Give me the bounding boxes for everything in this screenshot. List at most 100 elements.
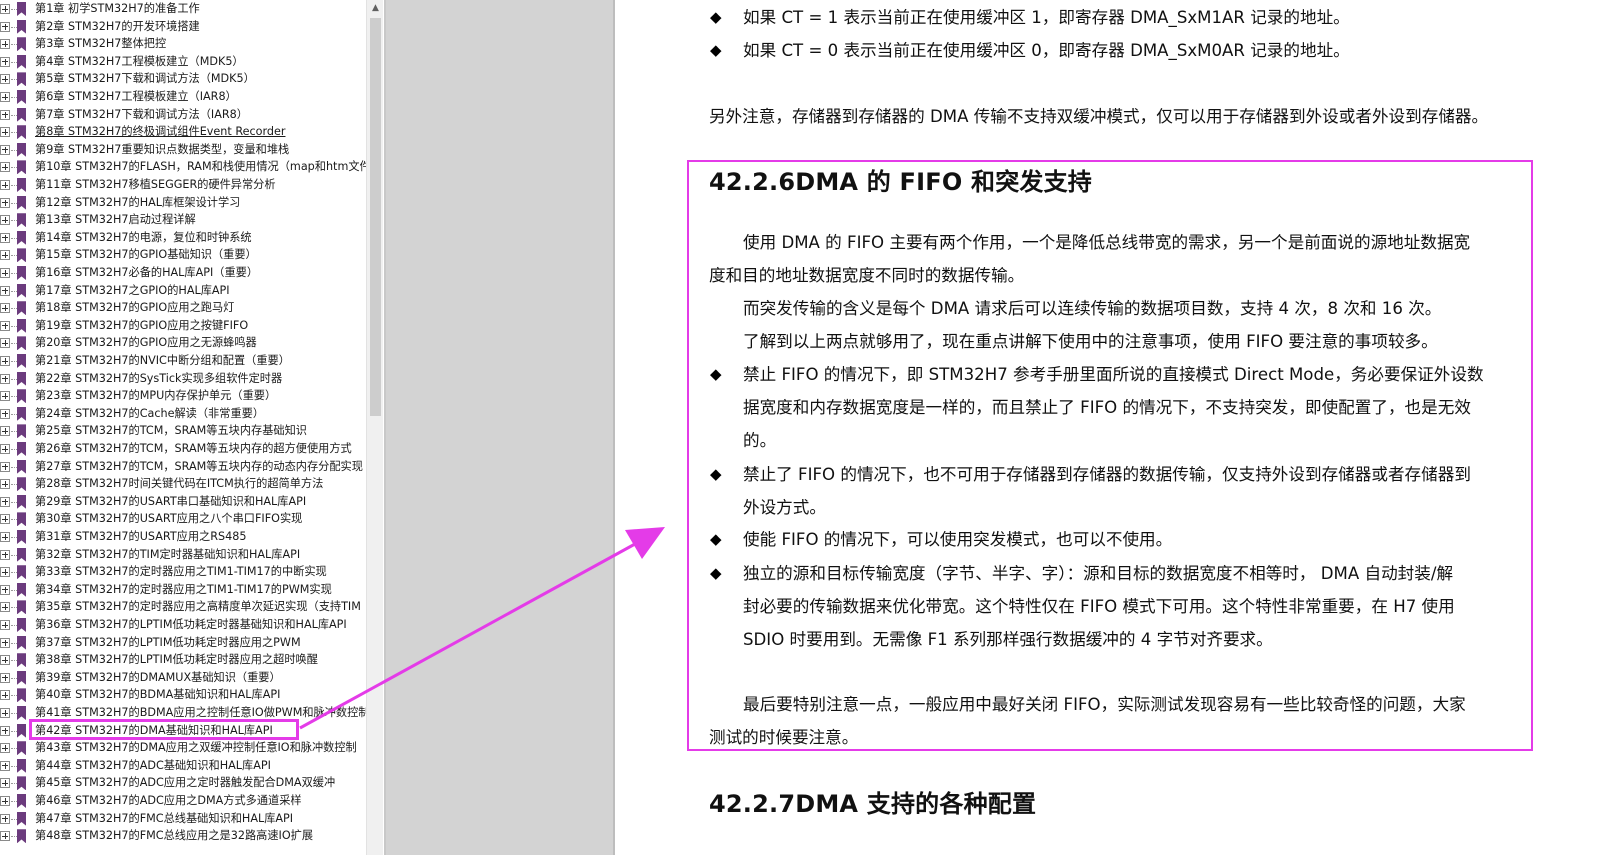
expand-plus-icon[interactable] <box>0 725 10 736</box>
expand-plus-icon[interactable] <box>0 567 10 578</box>
expand-plus-icon[interactable] <box>0 338 10 349</box>
bookmark-label[interactable]: 第4章 STM32H7工程模板建立（MDK5） <box>35 54 244 70</box>
bookmark-item[interactable]: 第37章 STM32H7的LPTIM低功耗定时器应用之PWM <box>0 634 366 652</box>
expand-plus-icon[interactable] <box>0 743 10 754</box>
bookmark-item[interactable]: 第16章 STM32H7必备的HAL库API（重要） <box>0 264 366 282</box>
bookmark-item[interactable]: 第3章 STM32H7整体把控 <box>0 35 366 53</box>
bookmark-label[interactable]: 第26章 STM32H7的TCM，SRAM等五块内存的超方便使用方式 <box>35 441 352 457</box>
bookmark-label[interactable]: 第9章 STM32H7重要知识点数据类型，变量和堆栈 <box>35 142 289 158</box>
bookmark-label[interactable]: 第10章 STM32H7的FLASH，RAM和栈使用情况（map和htm文件 <box>35 159 366 175</box>
bookmark-item[interactable]: 第35章 STM32H7的定时器应用之高精度单次延迟实现（支持TIM <box>0 598 366 616</box>
bookmark-label[interactable]: 第11章 STM32H7移植SEGGER的硬件异常分析 <box>35 177 276 193</box>
bookmark-item[interactable]: 第33章 STM32H7的定时器应用之TIM1-TIM17的中断实现 <box>0 563 366 581</box>
bookmark-label[interactable]: 第28章 STM32H7时间关键代码在ITCM执行的超简单方法 <box>35 476 323 492</box>
bookmark-label[interactable]: 第48章 STM32H7的FMC总线应用之是32路高速IO扩展 <box>35 828 313 844</box>
bookmark-label[interactable]: 第19章 STM32H7的GPIO应用之按键FIFO <box>35 318 248 334</box>
bookmark-item[interactable]: 第28章 STM32H7时间关键代码在ITCM执行的超简单方法 <box>0 475 366 493</box>
expand-plus-icon[interactable] <box>0 21 10 32</box>
bookmark-label[interactable]: 第14章 STM32H7的电源，复位和时钟系统 <box>35 230 252 246</box>
bookmarks-scrollbar[interactable]: ▲ <box>366 0 383 855</box>
expand-plus-icon[interactable] <box>0 320 10 331</box>
expand-plus-icon[interactable] <box>0 444 10 454</box>
bookmark-label[interactable]: 第33章 STM32H7的定时器应用之TIM1-TIM17的中断实现 <box>35 564 327 580</box>
bookmark-label[interactable]: 第6章 STM32H7工程模板建立（IAR8） <box>35 89 237 105</box>
bookmark-label[interactable]: 第47章 STM32H7的FMC总线基础知识和HAL库API <box>35 811 293 827</box>
bookmark-label[interactable]: 第37章 STM32H7的LPTIM低功耗定时器应用之PWM <box>35 635 301 651</box>
bookmark-item[interactable]: 第7章 STM32H7下载和调试方法（IAR8） <box>0 106 366 124</box>
bookmark-item[interactable]: 第48章 STM32H7的FMC总线应用之是32路高速IO扩展 <box>0 827 366 845</box>
bookmark-item[interactable]: 第31章 STM32H7的USART应用之RS485 <box>0 528 366 546</box>
expand-plus-icon[interactable] <box>0 356 10 366</box>
bookmark-item[interactable]: 第47章 STM32H7的FMC总线基础知识和HAL库API <box>0 810 366 828</box>
bookmark-label[interactable]: 第21章 STM32H7的NVIC中断分组和配置（重要） <box>35 353 290 369</box>
bookmark-label[interactable]: 第45章 STM32H7的ADC应用之定时器触发配合DMA双缓冲 <box>35 775 335 791</box>
bookmark-label[interactable]: 第24章 STM32H7的Cache解读（非常重要） <box>35 406 264 422</box>
bookmark-label[interactable]: 第35章 STM32H7的定时器应用之高精度单次延迟实现（支持TIM <box>35 599 361 615</box>
expand-plus-icon[interactable] <box>0 127 10 138</box>
bookmark-item[interactable]: 第36章 STM32H7的LPTIM低功耗定时器基础知识和HAL库API <box>0 616 366 634</box>
bookmark-item[interactable]: 第21章 STM32H7的NVIC中断分组和配置（重要） <box>0 352 366 370</box>
bookmark-label[interactable]: 第43章 STM32H7的DMA应用之双缓冲控制任意IO和脉冲数控制 <box>35 740 357 756</box>
bookmark-item[interactable]: 第5章 STM32H7下载和调试方法（MDK5） <box>0 70 366 88</box>
bookmark-item[interactable]: 第46章 STM32H7的ADC应用之DMA方式多通道采样 <box>0 792 366 810</box>
expand-plus-icon[interactable] <box>0 250 10 261</box>
bookmark-item[interactable]: 第44章 STM32H7的ADC基础知识和HAL库API <box>0 757 366 775</box>
bookmark-item[interactable]: 第27章 STM32H7的TCM，SRAM等五块内存的动态内存分配实现 <box>0 458 366 476</box>
bookmark-item[interactable]: 第8章 STM32H7的终极调试组件Event Recorder <box>0 123 366 141</box>
expand-plus-icon[interactable] <box>0 778 10 789</box>
expand-plus-icon[interactable] <box>0 796 10 806</box>
bookmark-item[interactable]: 第13章 STM32H7启动过程详解 <box>0 211 366 229</box>
bookmark-label[interactable]: 第32章 STM32H7的TIM定时器基础知识和HAL库API <box>35 547 300 563</box>
expand-plus-icon[interactable] <box>0 655 10 666</box>
bookmark-label[interactable]: 第18章 STM32H7的GPIO应用之跑马灯 <box>35 300 234 316</box>
bookmark-label[interactable]: 第20章 STM32H7的GPIO应用之无源蜂鸣器 <box>35 335 257 351</box>
expand-plus-icon[interactable] <box>0 391 10 402</box>
bookmark-item[interactable]: 第24章 STM32H7的Cache解读（非常重要） <box>0 405 366 423</box>
bookmark-label[interactable]: 第25章 STM32H7的TCM，SRAM等五块内存基础知识 <box>35 423 307 439</box>
bookmark-label[interactable]: 第12章 STM32H7的HAL库框架设计学习 <box>35 195 240 211</box>
scroll-up-arrow-icon[interactable]: ▲ <box>367 0 384 17</box>
expand-plus-icon[interactable] <box>0 74 10 85</box>
bookmark-item[interactable]: 第20章 STM32H7的GPIO应用之无源蜂鸣器 <box>0 334 366 352</box>
bookmark-item[interactable]: 第22章 STM32H7的SysTick实现多组软件定时器 <box>0 370 366 388</box>
bookmark-label[interactable]: 第31章 STM32H7的USART应用之RS485 <box>35 529 246 545</box>
expand-plus-icon[interactable] <box>0 602 10 613</box>
expand-plus-icon[interactable] <box>0 215 10 226</box>
expand-plus-icon[interactable] <box>0 373 10 384</box>
expand-plus-icon[interactable] <box>0 831 10 842</box>
bookmark-label[interactable]: 第2章 STM32H7的开发环境搭建 <box>35 19 200 35</box>
bookmark-item[interactable]: 第6章 STM32H7工程模板建立（IAR8） <box>0 88 366 106</box>
bookmark-item[interactable]: 第34章 STM32H7的定时器应用之TIM1-TIM17的PWM实现 <box>0 581 366 599</box>
bookmark-label[interactable]: 第13章 STM32H7启动过程详解 <box>35 212 196 228</box>
bookmark-label[interactable]: 第22章 STM32H7的SysTick实现多组软件定时器 <box>35 371 282 387</box>
bookmark-item[interactable]: 第32章 STM32H7的TIM定时器基础知识和HAL库API <box>0 546 366 564</box>
bookmark-label[interactable]: 第34章 STM32H7的定时器应用之TIM1-TIM17的PWM实现 <box>35 582 332 598</box>
bookmark-item[interactable]: 第38章 STM32H7的LPTIM低功耗定时器应用之超时唤醒 <box>0 651 366 669</box>
bookmark-item[interactable]: 第40章 STM32H7的BDMA基础知识和HAL库API <box>0 686 366 704</box>
expand-plus-icon[interactable] <box>0 479 10 490</box>
expand-plus-icon[interactable] <box>0 303 10 314</box>
expand-plus-icon[interactable] <box>0 408 10 419</box>
expand-plus-icon[interactable] <box>0 620 10 630</box>
expand-plus-icon[interactable] <box>0 813 10 824</box>
bookmark-label[interactable]: 第46章 STM32H7的ADC应用之DMA方式多通道采样 <box>35 793 302 809</box>
expand-plus-icon[interactable] <box>0 180 10 190</box>
bookmark-label[interactable]: 第5章 STM32H7下载和调试方法（MDK5） <box>35 71 255 87</box>
bookmark-label[interactable]: 第16章 STM32H7必备的HAL库API（重要） <box>35 265 258 281</box>
expand-plus-icon[interactable] <box>0 285 10 296</box>
expand-plus-icon[interactable] <box>0 637 10 648</box>
bookmark-label[interactable]: 第44章 STM32H7的ADC基础知识和HAL库API <box>35 758 271 774</box>
bookmark-item[interactable]: 第39章 STM32H7的DMAMUX基础知识（重要） <box>0 669 366 687</box>
bookmark-item[interactable]: 第9章 STM32H7重要知识点数据类型，变量和堆栈 <box>0 141 366 159</box>
bookmark-item[interactable]: 第45章 STM32H7的ADC应用之定时器触发配合DMA双缓冲 <box>0 774 366 792</box>
bookmark-label[interactable]: 第3章 STM32H7整体把控 <box>35 36 166 52</box>
bookmark-item[interactable]: 第26章 STM32H7的TCM，SRAM等五块内存的超方便使用方式 <box>0 440 366 458</box>
bookmark-item[interactable]: 第29章 STM32H7的USART串口基础知识和HAL库API <box>0 493 366 511</box>
bookmark-label[interactable]: 第36章 STM32H7的LPTIM低功耗定时器基础知识和HAL库API <box>35 617 347 633</box>
expand-plus-icon[interactable] <box>0 496 10 507</box>
bookmark-item[interactable]: 第25章 STM32H7的TCM，SRAM等五块内存基础知识 <box>0 422 366 440</box>
bookmark-label[interactable]: 第15章 STM32H7的GPIO基础知识（重要） <box>35 247 257 263</box>
bookmark-item[interactable]: 第15章 STM32H7的GPIO基础知识（重要） <box>0 246 366 264</box>
expand-plus-icon[interactable] <box>0 109 10 120</box>
bookmark-item[interactable]: 第17章 STM32H7之GPIO的HAL库API <box>0 282 366 300</box>
